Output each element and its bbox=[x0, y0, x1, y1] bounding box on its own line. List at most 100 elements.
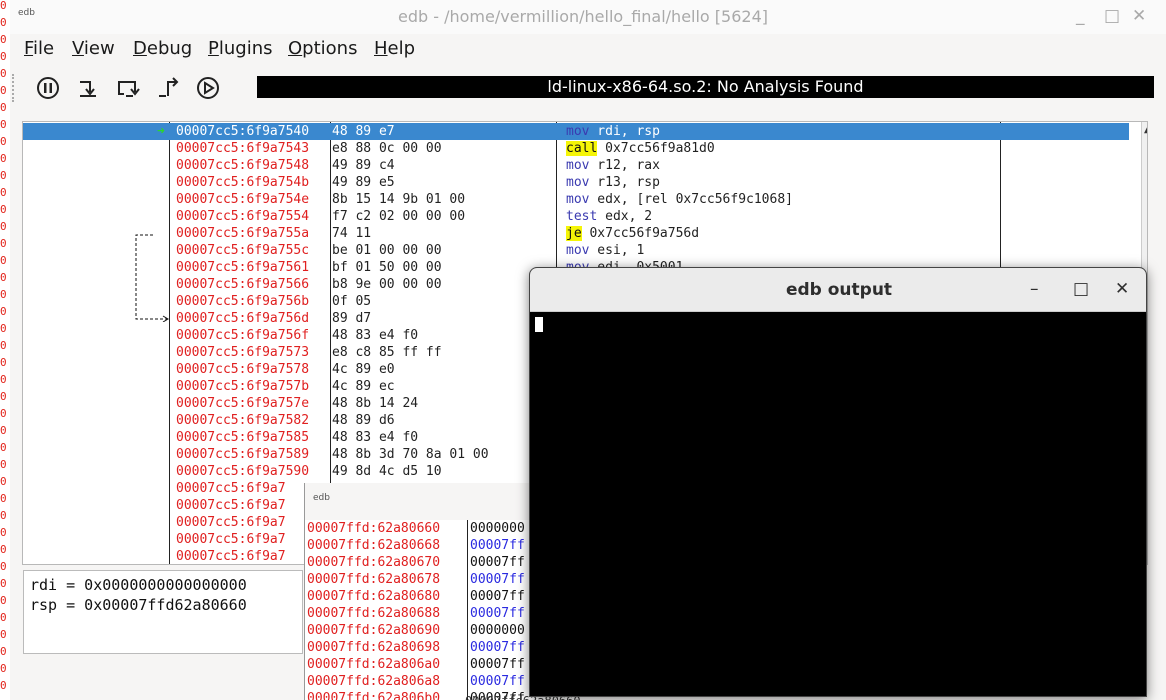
background-digit: 0 bbox=[0, 458, 7, 471]
instruction-text: call 0x7cc56f9a81d0 bbox=[566, 141, 715, 156]
background-digit: 0 bbox=[0, 679, 7, 692]
disassembly-row[interactable]: 00007cc5:6f9a7543 e8 88 0c 00 00 call 0x7c… bbox=[23, 140, 1129, 157]
background-digit: 0 bbox=[0, 237, 7, 250]
terminal-cursor bbox=[535, 317, 543, 332]
minimize-button[interactable]: _ bbox=[1076, 6, 1085, 26]
instruction-address: 00007cc5:6f9a757e bbox=[176, 396, 310, 411]
stack-row[interactable]: 00007ffd:62a80688 00007ff bbox=[305, 605, 545, 622]
menu-view[interactable]: View bbox=[72, 38, 115, 59]
run-icon[interactable] bbox=[194, 74, 222, 102]
background-terminal-strip: 0 0 0 0 0 0 0 0 0 0 0 0 0 0 0 0 0 0 0 0 0 0 0 0 0 0 0 0 0 0 0 0 0 0 0 0 0 0 0 0… bbox=[0, 0, 10, 700]
instruction-address: 00007cc5:6f9a754e bbox=[176, 192, 310, 207]
stack-address: 00007ffd:62a806a0 bbox=[307, 657, 441, 672]
instruction-bytes: be 01 00 00 00 bbox=[332, 243, 442, 258]
instruction-bytes: 74 11 bbox=[332, 226, 372, 241]
stack-address: 00007ffd:62a80680 bbox=[307, 589, 441, 604]
menu-file[interactable]: File bbox=[24, 38, 54, 59]
background-digit: 0 bbox=[0, 594, 7, 607]
stack-row[interactable]: 00007ffd:62a80660 0000000 bbox=[305, 520, 545, 537]
instruction-bytes: 4c 89 e0 bbox=[332, 362, 395, 377]
disassembly-row[interactable]: 00007cc5:6f9a755c be 01 00 00 00 mov esi, … bbox=[23, 242, 1129, 259]
background-digit: 0 bbox=[0, 543, 7, 556]
stack-row[interactable]: 00007ffd:62a80670 00007ff bbox=[305, 554, 545, 571]
stack-row[interactable]: 00007ffd:62a806a0 00007ff bbox=[305, 656, 545, 673]
instruction-bytes: e8 c8 85 ff ff bbox=[332, 345, 442, 360]
background-digit: 0 bbox=[0, 203, 7, 216]
step-over-icon[interactable] bbox=[114, 74, 142, 102]
close-button[interactable]: ✕ bbox=[1132, 6, 1146, 26]
stack-address: 00007ffd:62a80670 bbox=[307, 555, 441, 570]
instruction-address: 00007cc5:6f9a7582 bbox=[176, 413, 310, 428]
instruction-address: 00007cc5:6f9a755c bbox=[176, 243, 310, 258]
step-into-icon[interactable] bbox=[74, 74, 102, 102]
stack-row[interactable]: 00007ffd:62a80678 00007ff bbox=[305, 571, 545, 588]
disassembly-row[interactable]: 00007cc5:6f9a7548 49 89 c4 mov r12, rax bbox=[23, 157, 1129, 174]
background-digit: 0 bbox=[0, 0, 7, 12]
instruction-address: 00007cc5:6f9a7 bbox=[176, 498, 286, 513]
background-digit: 0 bbox=[0, 407, 7, 420]
output-title-bar: edb output – □ ✕ bbox=[530, 268, 1146, 312]
toolbar-grip[interactable] bbox=[12, 74, 16, 102]
stack-row[interactable]: 00007ffd:62a806a8 00007ff bbox=[305, 673, 545, 690]
stack-address: 00007ffd:62a80668 bbox=[307, 538, 441, 553]
menu-plugins[interactable]: Plugins bbox=[208, 38, 272, 59]
background-digit: 0 bbox=[0, 492, 7, 505]
output-close-button[interactable]: ✕ bbox=[1115, 279, 1129, 299]
background-digit: 0 bbox=[0, 475, 7, 488]
menu-help[interactable]: Help bbox=[374, 38, 415, 59]
register-rdi: rdi = 0x0000000000000000 bbox=[30, 576, 247, 594]
stack-row[interactable]: 00007ffd:62a80690 0000000 bbox=[305, 622, 545, 639]
disassembly-row[interactable]: 00007cc5:6f9a754e 8b 15 14 9b 01 00 mov ed… bbox=[23, 191, 1129, 208]
instruction-address: 00007cc5:6f9a757b bbox=[176, 379, 310, 394]
instruction-bytes: f7 c2 02 00 00 00 bbox=[332, 209, 466, 224]
background-digit: 0 bbox=[0, 611, 7, 624]
background-digit: 0 bbox=[0, 84, 7, 97]
background-digit: 0 bbox=[0, 339, 7, 352]
stack-row[interactable]: 00007ffd:62a80668 00007ff bbox=[305, 537, 545, 554]
background-digit: 0 bbox=[0, 67, 7, 80]
background-digit: 0 bbox=[0, 424, 7, 437]
instruction-address: 00007cc5:6f9a7573 bbox=[176, 345, 310, 360]
title-bar: edb edb - /home/vermillion/hello_final/h… bbox=[10, 0, 1166, 34]
background-digit: 0 bbox=[0, 628, 7, 641]
instruction-text: je 0x7cc56f9a756d bbox=[566, 226, 700, 241]
instruction-address: 00007cc5:6f9a7561 bbox=[176, 260, 310, 275]
instruction-address: 00007cc5:6f9a7578 bbox=[176, 362, 310, 377]
background-digit: 0 bbox=[0, 220, 7, 233]
menu-options[interactable]: Options bbox=[288, 38, 357, 59]
maximize-button[interactable]: □ bbox=[1104, 6, 1120, 26]
instruction-address: 00007cc5:6f9a7548 bbox=[176, 158, 310, 173]
instruction-bytes: 0f 05 bbox=[332, 294, 372, 309]
stack-row[interactable]: 00007ffd:62a80698 00007ff bbox=[305, 639, 545, 656]
stack-window: edb 00007ffd:62a80660 0000000 00007ffd:62a… bbox=[304, 483, 545, 700]
instruction-text: mov r12, rax bbox=[566, 158, 660, 173]
output-minimize-button[interactable]: – bbox=[1030, 279, 1039, 299]
instruction-bytes: e8 88 0c 00 00 bbox=[332, 141, 442, 156]
stack-address: 00007ffd:62a806b0 bbox=[307, 691, 441, 700]
pause-icon[interactable] bbox=[34, 74, 62, 102]
instruction-address: 00007cc5:6f9a7540 bbox=[176, 124, 310, 139]
background-digit: 0 bbox=[0, 288, 7, 301]
step-out-icon[interactable] bbox=[154, 74, 182, 102]
disassembly-row[interactable]: 00007cc5:6f9a7554 f7 c2 02 00 00 00 test e… bbox=[23, 208, 1129, 225]
output-maximize-button[interactable]: □ bbox=[1073, 279, 1089, 299]
instruction-address: 00007cc5:6f9a7590 bbox=[176, 464, 310, 479]
instruction-text: mov r13, rsp bbox=[566, 175, 660, 190]
output-window-title: edb output bbox=[785, 280, 893, 300]
stack-address: 00007ffd:62a80660 bbox=[307, 521, 441, 536]
menu-debug[interactable]: Debug bbox=[133, 38, 192, 59]
edb-output-window[interactable]: edb output – □ ✕ bbox=[529, 267, 1147, 697]
instruction-text: test edx, 2 bbox=[566, 209, 653, 224]
background-digit: 0 bbox=[0, 441, 7, 454]
edb-logo-icon: edb bbox=[313, 493, 330, 503]
disassembly-row[interactable]: 00007cc5:6f9a755a 74 11 je 0x7cc56f9a756d bbox=[23, 225, 1129, 242]
disassembly-row[interactable]: 00007cc5:6f9a754b 49 89 e5 mov r13, rsp bbox=[23, 174, 1129, 191]
disassembly-row[interactable]: ➜ 00007cc5:6f9a7540 48 89 e7 mov rdi, rsp bbox=[23, 123, 1129, 140]
background-digit: 0 bbox=[0, 169, 7, 182]
register-info-box: rdi = 0x0000000000000000 rsp = 0x00007ff… bbox=[23, 570, 303, 654]
stack-address: 00007ffd:62a80678 bbox=[307, 572, 441, 587]
instruction-bytes: 89 d7 bbox=[332, 311, 372, 326]
stack-row[interactable]: 00007ffd:62a80680 00007ff bbox=[305, 588, 545, 605]
scroll-up-icon[interactable]: ▲ bbox=[1144, 124, 1147, 135]
background-digit: 0 bbox=[0, 509, 7, 522]
